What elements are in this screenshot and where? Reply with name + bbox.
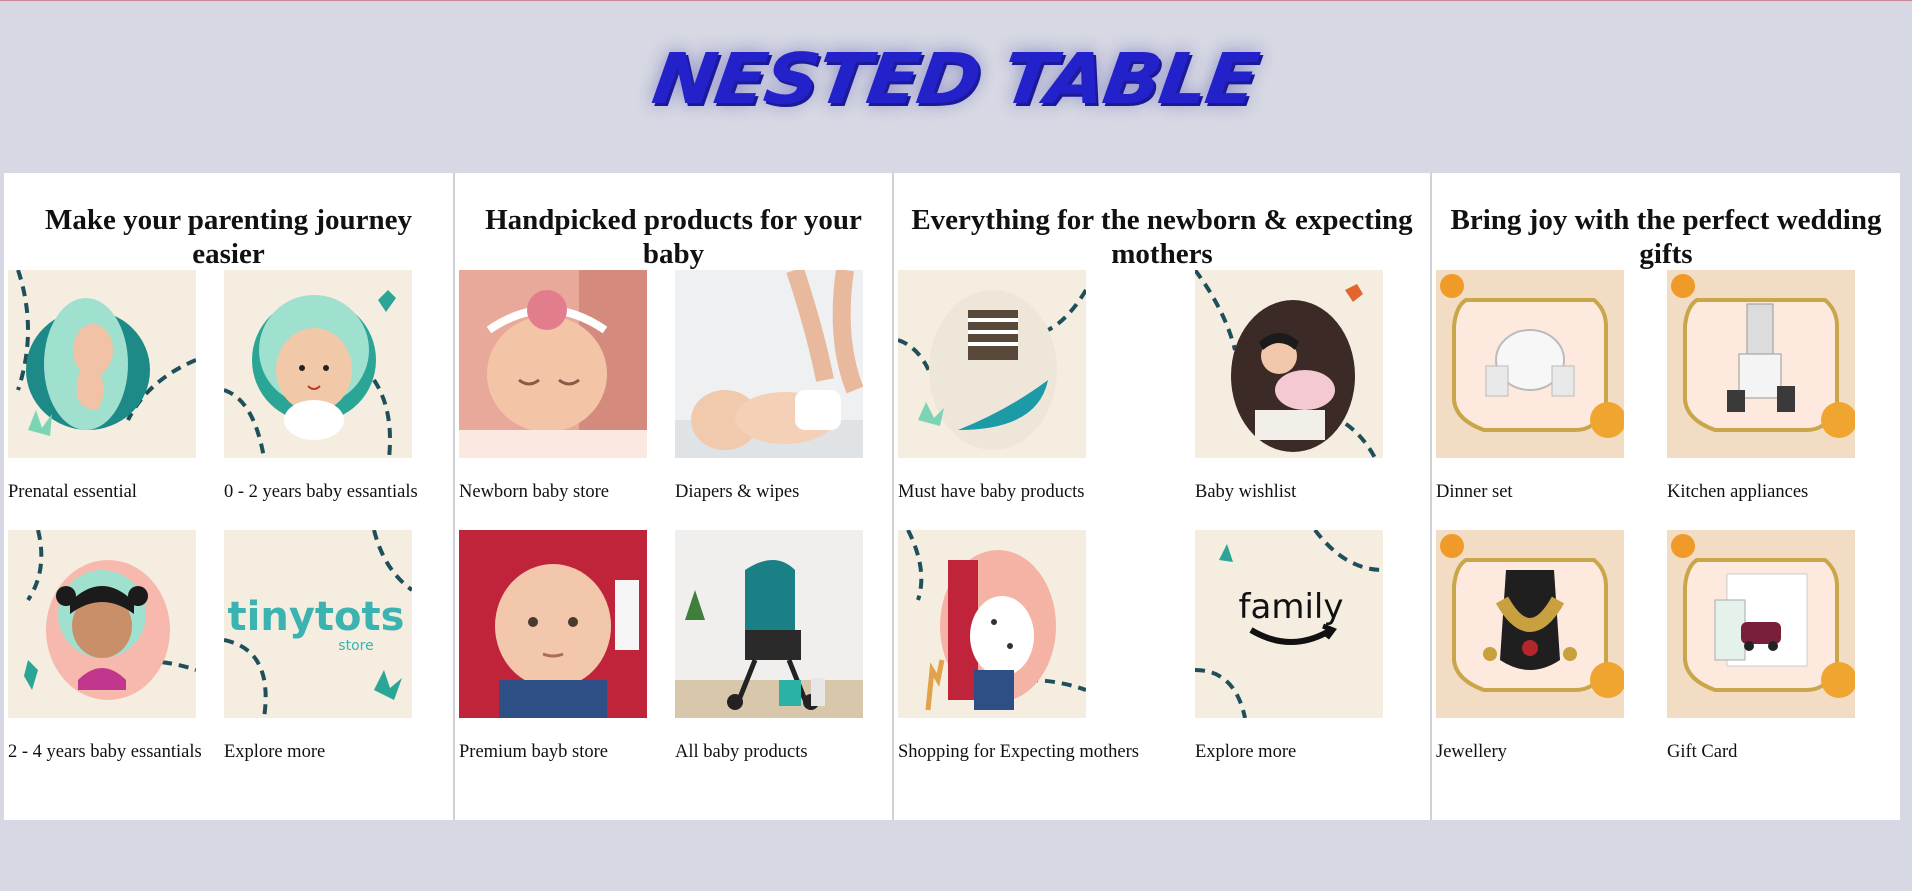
category-card-prenatal[interactable]: Prenatal essential xyxy=(8,270,224,530)
category-label: Explore more xyxy=(224,742,326,762)
category-label: Kitchen appliances xyxy=(1667,482,1809,502)
category-label: Premium bayb store xyxy=(459,742,609,762)
baby-with-toys-illustration-icon xyxy=(1195,270,1383,458)
category-card-baby-wishlist[interactable]: Baby wishlist xyxy=(1195,270,1435,530)
svg-text:family: family xyxy=(1239,587,1344,627)
section-handpicked: Handpicked products for your baby Newbor… xyxy=(453,173,893,820)
category-card-diapers[interactable]: Diapers & wipes xyxy=(675,270,891,530)
sleeping-newborn-photo-icon xyxy=(459,270,647,458)
necklace-set-photo-icon xyxy=(1436,530,1624,718)
category-card-explore-more[interactable]: tinytots store Explore more xyxy=(224,530,440,790)
page-title: NESTED TABLE xyxy=(647,37,1262,120)
category-label: Jewellery xyxy=(1436,742,1507,762)
gift-card-photo-icon xyxy=(1667,530,1855,718)
category-card-0-2-years[interactable]: 0 - 2 years baby essantials xyxy=(224,270,440,530)
baby-face-illustration-icon xyxy=(224,270,412,458)
category-card-dinner-set[interactable]: Dinner set xyxy=(1436,270,1667,530)
category-card-2-4-years[interactable]: 2 - 4 years baby essantials xyxy=(8,530,224,790)
category-label: Explore more xyxy=(1195,742,1297,762)
category-label: Diapers & wipes xyxy=(675,482,800,502)
category-label: Baby wishlist xyxy=(1195,482,1297,502)
section-title: Make your parenting journey easier xyxy=(44,204,413,270)
section-title: Everything for the newborn & expecting m… xyxy=(911,204,1413,270)
category-label: Prenatal essential xyxy=(8,482,137,502)
section-parenting: Make your parenting journey easier Prena… xyxy=(4,173,454,820)
outer-table: Make your parenting journey easier Prena… xyxy=(4,173,1900,820)
section-newborn-expecting: Everything for the newborn & expecting m… xyxy=(892,173,1431,820)
baby-diaper-photo-icon xyxy=(675,270,863,458)
svg-text:store: store xyxy=(338,638,373,654)
category-card-gift-card[interactable]: Gift Card xyxy=(1667,530,1898,790)
category-label: All baby products xyxy=(675,742,808,762)
amazon-family-logo-icon: family xyxy=(1195,530,1383,718)
baby-fetus-illustration-icon xyxy=(8,270,196,458)
category-card-premium[interactable]: Premium bayb store xyxy=(459,530,675,790)
svg-text:tinytots: tinytots xyxy=(228,594,405,640)
baby-in-car-seat-photo-icon xyxy=(459,530,647,718)
section-title: Bring joy with the perfect wedding gifts xyxy=(1450,204,1882,270)
category-card-expecting-mothers[interactable]: Shopping for Expecting mothers xyxy=(898,530,1195,790)
category-card-newborn[interactable]: Newborn baby store xyxy=(459,270,675,530)
category-label: Gift Card xyxy=(1667,742,1738,762)
category-label: Must have baby products xyxy=(898,482,1085,502)
category-card-must-have[interactable]: Must have baby products xyxy=(898,270,1195,530)
tinytots-store-logo-icon: tinytots store xyxy=(224,530,412,718)
category-label: Dinner set xyxy=(1436,482,1513,502)
crawling-baby-illustration-icon xyxy=(898,270,1086,458)
category-card-jewellery[interactable]: Jewellery xyxy=(1436,530,1667,790)
category-label: 2 - 4 years baby essantials xyxy=(8,742,202,762)
category-card-kitchen-appliances[interactable]: Kitchen appliances xyxy=(1667,270,1898,530)
section-wedding-gifts: Bring joy with the perfect wedding gifts xyxy=(1430,173,1900,820)
category-card-explore-more-family[interactable]: family Explore more xyxy=(1195,530,1435,790)
category-label: 0 - 2 years baby essantials xyxy=(224,482,418,502)
mixer-grinder-photo-icon xyxy=(1667,270,1855,458)
expecting-mother-illustration-icon xyxy=(898,530,1086,718)
girl-face-illustration-icon xyxy=(8,530,196,718)
category-label: Newborn baby store xyxy=(459,482,610,502)
dinner-set-photo-icon xyxy=(1436,270,1624,458)
section-title: Handpicked products for your baby xyxy=(485,204,862,270)
category-label: Shopping for Expecting mothers xyxy=(898,742,1139,762)
baby-stroller-photo-icon xyxy=(675,530,863,718)
category-card-all-baby-products[interactable]: All baby products xyxy=(675,530,891,790)
